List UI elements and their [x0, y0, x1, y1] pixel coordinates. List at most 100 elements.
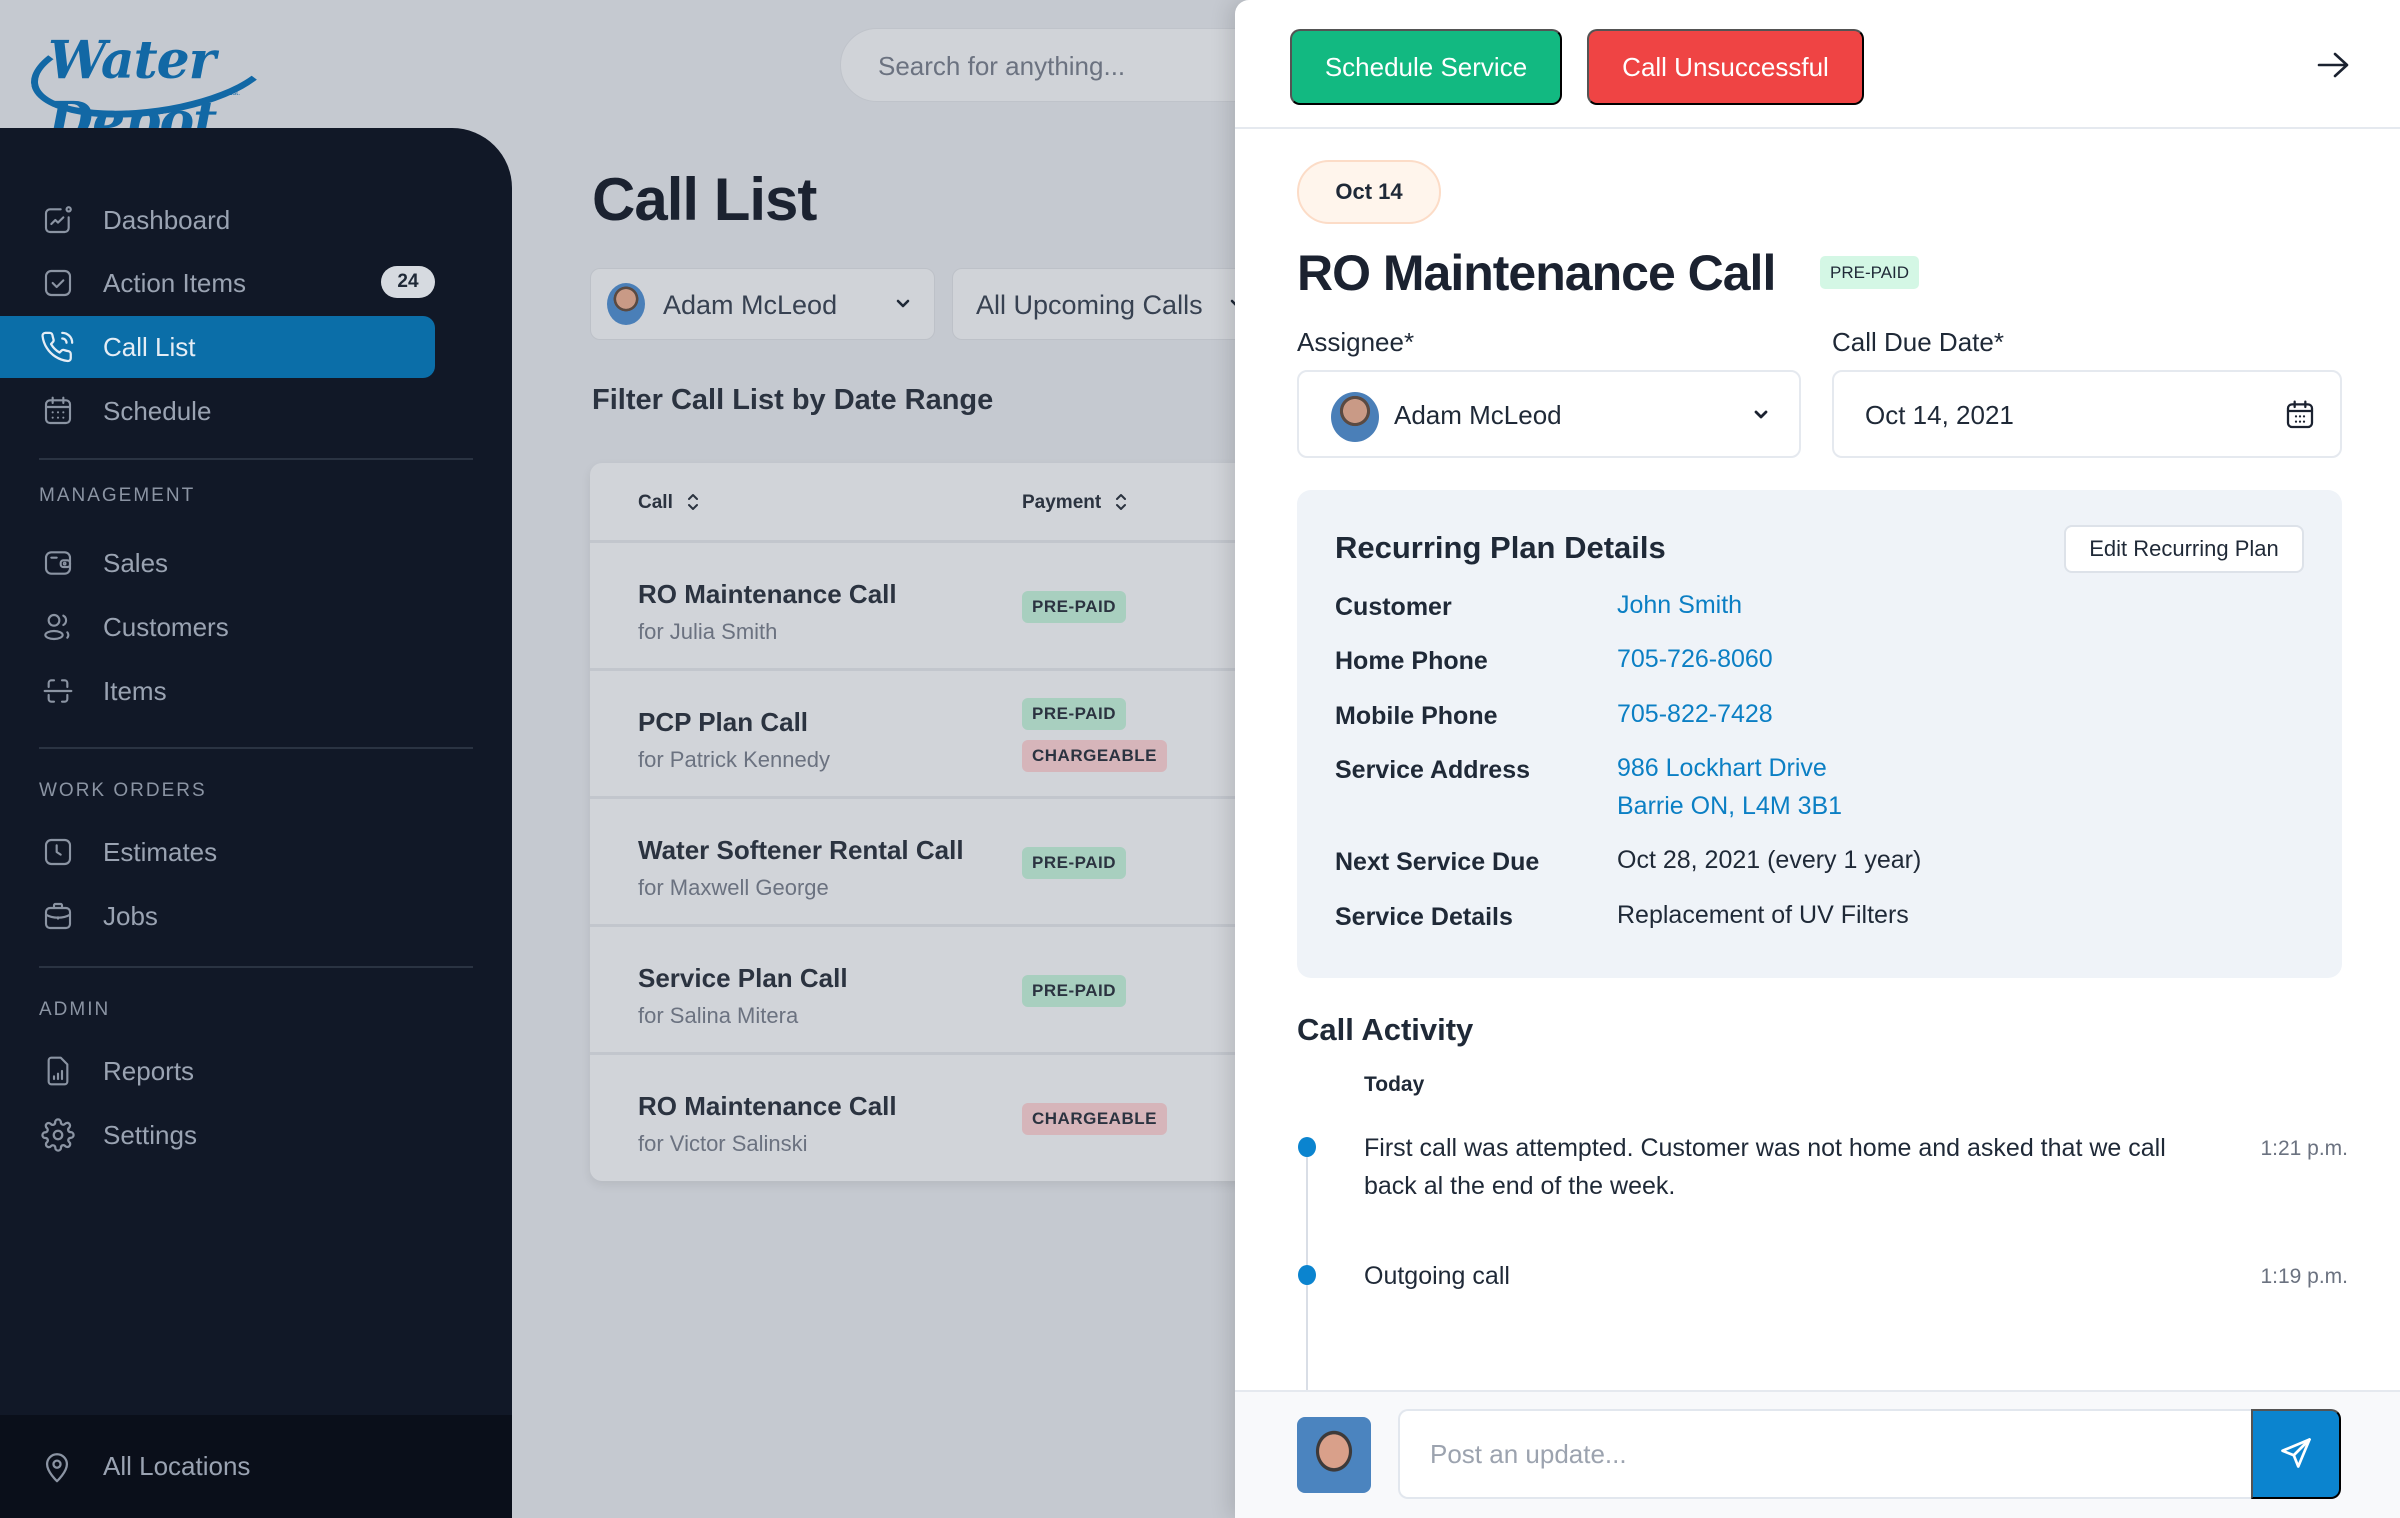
sidebar-item-reports[interactable]: Reports: [0, 1040, 435, 1102]
payment-tag: PRE-PAID: [1022, 591, 1126, 623]
sidebar-item-jobs[interactable]: Jobs: [0, 885, 435, 947]
assignee-filter-dropdown[interactable]: Adam McLeod: [590, 268, 935, 340]
sidebar-item-customers[interactable]: Customers: [0, 596, 435, 658]
call-date-pill: Oct 14: [1297, 160, 1441, 224]
sidebar: Dashboard Action Items 24 Call List Sche…: [0, 128, 512, 1518]
sidebar-item-label: Call List: [103, 331, 196, 362]
sidebar-item-items[interactable]: Items: [0, 660, 435, 722]
call-customer: for Patrick Kennedy: [638, 747, 830, 772]
home-phone-link[interactable]: 705-726-8060: [1617, 640, 1773, 678]
due-date-input[interactable]: Oct 14, 2021: [1832, 370, 2342, 458]
service-address-line1[interactable]: 986 Lockhart Drive: [1617, 749, 1827, 787]
sidebar-item-schedule[interactable]: Schedule: [0, 380, 435, 442]
sidebar-item-sales[interactable]: Sales: [0, 532, 435, 594]
next-service-value: Oct 28, 2021 (every 1 year): [1617, 846, 1922, 874]
call-customer: for Julia Smith: [638, 619, 778, 644]
action-items-count-badge: 24: [381, 266, 435, 298]
sidebar-item-label: Dashboard: [103, 204, 231, 235]
phone-icon: [40, 329, 76, 365]
sidebar-divider: [39, 966, 473, 968]
column-header-label: Payment: [1022, 492, 1102, 513]
avatar: [607, 283, 645, 325]
assignee-label: Assignee*: [1297, 327, 1415, 357]
table-row[interactable]: RO Maintenance Call for Victor Salinski …: [590, 1055, 1290, 1181]
table-row[interactable]: RO Maintenance Call for Julia Smith PRE-…: [590, 543, 1290, 671]
sidebar-item-label: Jobs: [103, 900, 158, 931]
call-customer: for Victor Salinski: [638, 1131, 808, 1156]
mobile-phone-label: Mobile Phone: [1335, 702, 1498, 730]
sidebar-item-settings[interactable]: Settings: [0, 1104, 435, 1166]
payment-tag: PRE-PAID: [1022, 847, 1126, 879]
call-customer: for Salina Mitera: [638, 1003, 799, 1028]
table-row[interactable]: Service Plan Call for Salina Mitera PRE-…: [590, 927, 1290, 1055]
location-selector[interactable]: All Locations: [0, 1415, 512, 1518]
section-admin: ADMIN: [39, 999, 111, 1020]
call-title: RO Maintenance Call: [638, 1091, 897, 1121]
table-row[interactable]: Water Softener Rental Call for Maxwell G…: [590, 799, 1290, 927]
service-address-line2[interactable]: Barrie ON, L4M 3B1: [1617, 787, 1842, 825]
mobile-phone-link[interactable]: 705-822-7428: [1617, 695, 1773, 733]
location-pin-icon: [40, 1448, 74, 1491]
service-details-value: Replacement of UV Filters: [1617, 901, 1909, 929]
timeline-dot: [1298, 1265, 1316, 1285]
send-button[interactable]: [2251, 1409, 2341, 1499]
briefcase-icon: [40, 898, 76, 934]
payment-tag: PRE-PAID: [1022, 975, 1126, 1007]
assignee-filter-value: Adam McLeod: [663, 290, 838, 320]
recurring-plan-details: Recurring Plan Details Edit Recurring Pl…: [1297, 490, 2342, 978]
call-title: RO Maintenance Call: [638, 579, 897, 609]
date-range-filter-heading: Filter Call List by Date Range: [592, 384, 994, 416]
panel-header: Schedule Service Call Unsuccessful: [1235, 0, 2400, 129]
call-title: Service Plan Call: [638, 963, 848, 993]
chart-icon: [40, 202, 76, 238]
payment-tag: PRE-PAID: [1820, 256, 1920, 289]
sidebar-item-dashboard[interactable]: Dashboard: [0, 189, 435, 251]
sidebar-item-label: Action Items: [103, 267, 247, 298]
activity-group-label: Today: [1364, 1073, 1425, 1096]
column-header-payment[interactable]: Payment: [1022, 492, 1128, 514]
user-avatar: [1297, 1417, 1371, 1493]
wallet-icon: [40, 545, 76, 581]
due-date-label: Call Due Date*: [1832, 327, 2004, 357]
sidebar-item-call-list[interactable]: Call List: [0, 316, 435, 378]
chevron-down-icon: [1749, 402, 1773, 431]
activity-entry-time: 1:19 p.m.: [2260, 1265, 2348, 1288]
search-placeholder: Search for anything...: [878, 51, 1126, 81]
chevron-down-icon: [891, 291, 915, 320]
due-date-value: Oct 14, 2021: [1865, 400, 2014, 430]
column-header-call[interactable]: Call: [638, 492, 700, 514]
sidebar-item-action-items[interactable]: Action Items 24: [0, 252, 435, 314]
column-header-label: Call: [638, 492, 673, 513]
call-customer: for Maxwell George: [638, 875, 829, 900]
section-work-orders: WORK ORDERS: [39, 780, 207, 801]
users-icon: [40, 609, 76, 645]
plan-title: Recurring Plan Details: [1335, 530, 1666, 565]
section-management: MANAGEMENT: [39, 485, 196, 506]
edit-recurring-plan-button[interactable]: Edit Recurring Plan: [2064, 525, 2304, 573]
water-depot-logo[interactable]: Water Depot Est.: [24, 3, 281, 152]
arrow-right-icon[interactable]: [2316, 50, 2350, 85]
call-unsuccessful-button[interactable]: Call Unsuccessful: [1587, 29, 1864, 105]
schedule-service-button[interactable]: Schedule Service: [1290, 29, 1562, 105]
post-update-input[interactable]: Post an update...: [1398, 1409, 2273, 1499]
table-row[interactable]: PCP Plan Call for Patrick Kennedy PRE-PA…: [590, 671, 1290, 799]
sidebar-item-label: Customers: [103, 611, 229, 642]
payment-tag: CHARGEABLE: [1022, 1103, 1167, 1135]
activity-entry-text: Outgoing call: [1364, 1262, 1510, 1290]
activity-entry-text: First call was attempted. Customer was n…: [1364, 1134, 2166, 1200]
gear-icon: [40, 1117, 76, 1153]
sidebar-divider: [39, 458, 473, 460]
call-title: PCP Plan Call: [638, 707, 809, 737]
call-activity-title: Call Activity: [1297, 1012, 1474, 1047]
logo-est: Est.: [228, 90, 241, 97]
customer-link[interactable]: John Smith: [1617, 586, 1742, 624]
payment-tag: CHARGEABLE: [1022, 740, 1167, 772]
clock-icon: [40, 834, 76, 870]
sidebar-item-estimates[interactable]: Estimates: [0, 821, 435, 883]
service-address-label: Service Address: [1335, 756, 1531, 784]
next-service-label: Next Service Due: [1335, 848, 1540, 876]
sidebar-item-label: Items: [103, 675, 167, 706]
calendar-icon[interactable]: [2284, 398, 2316, 437]
assignee-select[interactable]: Adam McLeod: [1297, 370, 1801, 458]
page-title: Call List: [592, 166, 817, 233]
